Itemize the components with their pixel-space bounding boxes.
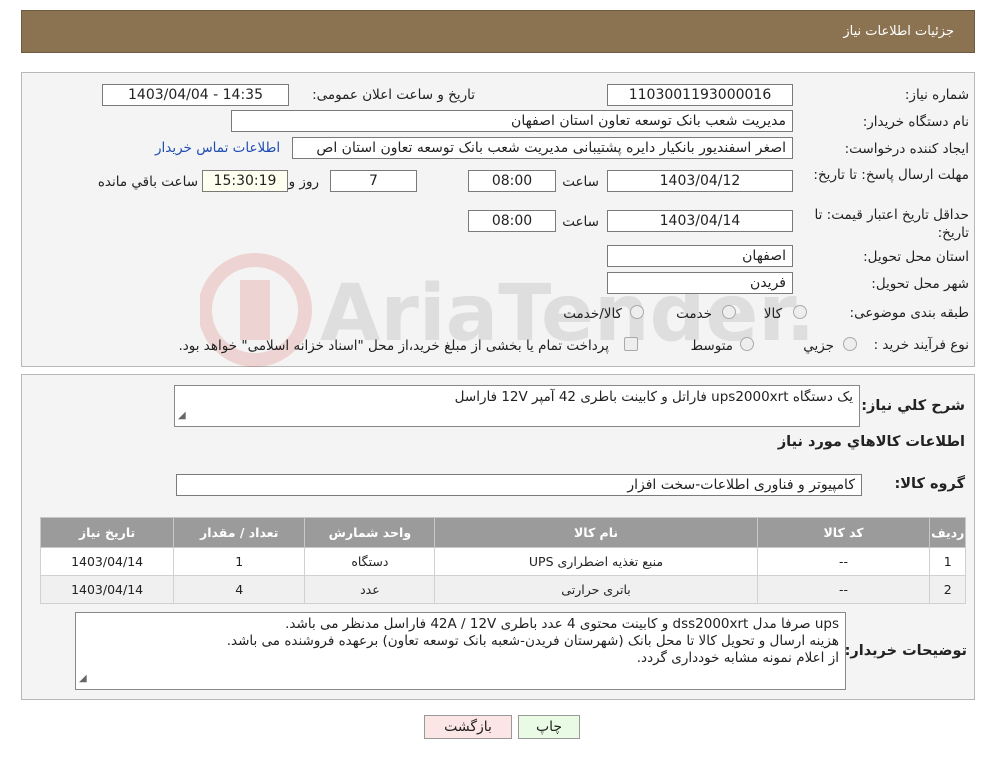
city-field: فریدن: [607, 272, 793, 294]
col-date: تاریخ نیاز: [39, 517, 175, 548]
cell-qty: 1: [173, 547, 306, 576]
page-header: جزئیات اطلاعات نیاز: [21, 10, 975, 53]
process-medium-radio[interactable]: [740, 337, 754, 351]
category-goods-label: کالا: [763, 306, 782, 322]
process-minor-radio[interactable]: [843, 337, 857, 351]
category-goods-radio[interactable]: [793, 305, 807, 319]
cell-name: باتری حرارتی: [434, 575, 758, 604]
notes-line: ups صرفا مدل dss2000xrt و کابینت محتوی 4…: [285, 616, 839, 632]
notes-line: هزینه ارسال و تحویل کالا تا محل بانک (شه…: [226, 633, 839, 649]
process-note: پرداخت تمام یا بخشی از مبلغ خرید،از محل …: [178, 338, 609, 354]
resize-grip-icon[interactable]: ◢: [178, 407, 186, 424]
description-label: شرح كلي نياز:: [861, 398, 965, 414]
page-title: جزئیات اطلاعات نیاز: [843, 24, 954, 39]
treasury-checkbox[interactable]: [624, 337, 638, 351]
cell-name: منبع تغذیه اضطراری UPS: [434, 547, 758, 576]
resize-grip-icon[interactable]: ◢: [79, 670, 87, 687]
buyer-contact-link[interactable]: اطلاعات تماس خریدار: [155, 140, 280, 156]
print-button[interactable]: چاپ: [518, 715, 580, 739]
cell-date: 1403/04/14: [39, 575, 175, 604]
description-text: یک دستگاه ups2000xrt فاراتل و کابینت باط…: [454, 389, 853, 405]
col-qty: تعداد / مقدار: [173, 517, 306, 548]
remaining-time-field: 15:30:19: [202, 170, 288, 192]
province-field: اصفهان: [607, 245, 793, 267]
remaining-label: ساعت باقي مانده: [97, 174, 198, 190]
validity-date-field: 1403/04/14: [607, 210, 793, 232]
buyer-label: نام دستگاه خریدار:: [862, 114, 969, 130]
cell-unit: دستگاه: [304, 547, 436, 576]
process-medium-label: متوسط: [690, 338, 733, 354]
deadline-time-label: ساعت: [562, 174, 599, 190]
province-label: استان محل تحویل:: [863, 249, 969, 265]
table-row: 2 -- باتری حرارتی عدد 4 1403/04/14: [39, 575, 966, 604]
col-row: ردیف: [929, 517, 966, 548]
buyer-notes-label: توضیحات خریدار:: [844, 643, 967, 659]
category-service-label: خدمت: [676, 306, 712, 322]
need-number-label: شماره نیاز:: [904, 87, 969, 103]
notes-line: از اعلام نمونه مشابه خودداری گردد.: [636, 650, 839, 666]
validity-label: حداقل تاریخ اعتبار قیمت: تا تاریخ:: [814, 207, 969, 241]
creator-field: اصغر اسفندیور بانکیار دایره پشتیبانی مدی…: [292, 137, 793, 159]
creator-label: ایجاد کننده درخواست:: [844, 141, 969, 157]
deadline-date-field: 1403/04/12: [607, 170, 793, 192]
goods-info-title: اطلاعات كالاهاي مورد نياز: [777, 434, 965, 450]
announce-label: تاریخ و ساعت اعلان عمومی:: [312, 87, 475, 103]
col-unit: واحد شمارش: [304, 517, 436, 548]
deadline-label: مهلت ارسال پاسخ: تا تاریخ:: [813, 167, 969, 183]
category-label: طبقه بندی موضوعی:: [849, 305, 969, 321]
cell-date: 1403/04/14: [39, 547, 175, 576]
cell-row: 1: [929, 547, 966, 576]
description-textarea[interactable]: یک دستگاه ups2000xrt فاراتل و کابینت باط…: [174, 385, 860, 427]
back-button[interactable]: بازگشت: [424, 715, 512, 739]
cell-row: 2: [929, 575, 966, 604]
col-code: کد کالا: [756, 517, 931, 548]
process-label: نوع فرآیند خرید :: [873, 337, 969, 353]
group-label: گروه كالا:: [894, 476, 965, 492]
deadline-time-field: 08:00: [468, 170, 556, 192]
cell-unit: عدد: [304, 575, 436, 604]
group-field: کامپیوتر و فناوری اطلاعات-سخت افزار: [176, 474, 862, 496]
validity-time-label: ساعت: [562, 214, 599, 230]
table-header-row: ردیف کد کالا نام کالا واحد شمارش تعداد /…: [39, 517, 966, 548]
cell-code: --: [756, 575, 931, 604]
days-label: روز و: [288, 174, 319, 190]
process-minor-label: جزیي: [803, 338, 834, 354]
items-table: ردیف کد کالا نام کالا واحد شمارش تعداد /…: [39, 517, 966, 604]
table-row: 1 -- منبع تغذیه اضطراری UPS دستگاه 1 140…: [39, 547, 966, 576]
need-number-field: 1103001193000016: [607, 84, 793, 106]
buyer-notes-textarea[interactable]: ups صرفا مدل dss2000xrt و کابینت محتوی 4…: [75, 612, 846, 690]
announce-field: 1403/04/04 - 14:35: [102, 84, 289, 106]
validity-time-field: 08:00: [468, 210, 556, 232]
col-name: نام کالا: [434, 517, 758, 548]
buyer-field: مدیریت شعب بانک توسعه تعاون استان اصفهان: [231, 110, 793, 132]
city-label: شهر محل تحویل:: [871, 276, 969, 292]
category-service-radio[interactable]: [722, 305, 736, 319]
category-both-label: کالا/خدمت: [563, 306, 622, 322]
category-both-radio[interactable]: [630, 305, 644, 319]
cell-code: --: [756, 547, 931, 576]
days-field: 7: [330, 170, 417, 192]
cell-qty: 4: [173, 575, 306, 604]
